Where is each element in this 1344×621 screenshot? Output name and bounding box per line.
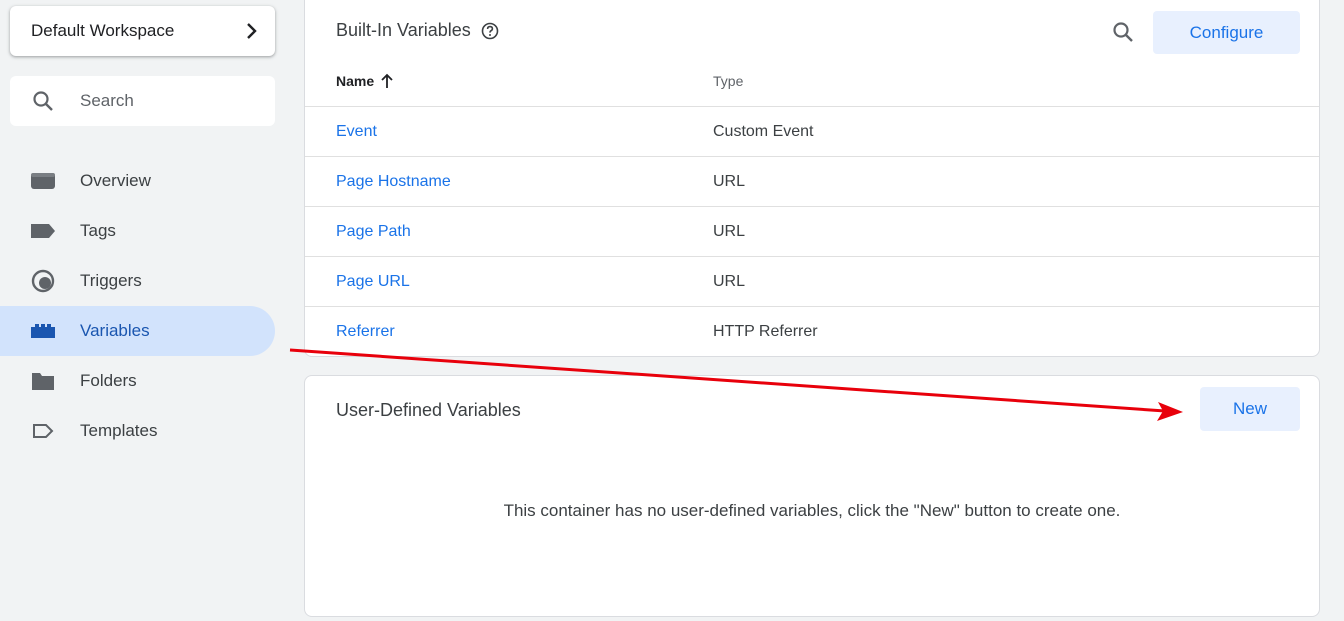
card-title: Built-In Variables: [336, 20, 471, 40]
builtin-title: Built-In Variables: [336, 20, 499, 41]
search-box[interactable]: [10, 76, 275, 126]
sidebar-item-label: Tags: [80, 221, 116, 240]
trigger-icon: [30, 269, 56, 293]
table-row: Referrer HTTP Referrer: [305, 306, 1319, 356]
sidebar-item-label: Overview: [80, 171, 151, 190]
builtin-variables-card: Built-In Variables Configure Name Type E…: [304, 0, 1320, 357]
column-header-name[interactable]: Name: [336, 73, 394, 89]
table-row: Event Custom Event: [305, 106, 1319, 156]
arrow-up-icon: [381, 73, 393, 88]
sidebar-item-label: Triggers: [80, 271, 142, 290]
variable-name-link[interactable]: Referrer: [336, 323, 395, 341]
workspace-selector[interactable]: Default Workspace: [10, 6, 275, 56]
variable-name-link[interactable]: Page Hostname: [336, 173, 451, 191]
search-input[interactable]: [80, 91, 250, 111]
table-row: Page Path URL: [305, 206, 1319, 256]
sidebar-item-label: Templates: [80, 421, 158, 440]
sidebar-item-variables[interactable]: Variables: [0, 306, 275, 356]
sidebar-nav: Overview Tags Triggers Variables Folders: [0, 156, 275, 456]
empty-state-message: This container has no user-defined varia…: [503, 501, 1121, 520]
variables-icon: [30, 319, 56, 343]
sidebar-item-tags[interactable]: Tags: [0, 206, 275, 256]
search-icon: [33, 91, 53, 111]
sidebar: Default Workspace Overview Tags: [0, 0, 290, 621]
workspace-label: Default Workspace: [31, 21, 175, 40]
column-header-label: Name: [336, 73, 375, 89]
sidebar-item-overview[interactable]: Overview: [0, 156, 275, 206]
sidebar-item-templates[interactable]: Templates: [0, 406, 275, 456]
template-icon: [30, 419, 56, 443]
table-row: Page URL URL: [305, 256, 1319, 306]
configure-button[interactable]: Configure: [1153, 11, 1300, 54]
tag-icon: [30, 219, 56, 243]
variable-type: URL: [713, 173, 746, 190]
folder-icon: [30, 369, 56, 393]
table-row: Page Hostname URL: [305, 156, 1319, 206]
variable-type: URL: [713, 273, 746, 290]
card-title: User-Defined Variables: [336, 400, 521, 420]
new-variable-button[interactable]: New: [1200, 387, 1300, 431]
variable-name-link[interactable]: Page Path: [336, 223, 411, 241]
variable-type: URL: [713, 223, 746, 240]
sidebar-item-triggers[interactable]: Triggers: [0, 256, 275, 306]
column-header-type: Type: [713, 73, 744, 89]
overview-icon: [30, 169, 56, 193]
chevron-right-icon: [247, 23, 257, 39]
variable-name-link[interactable]: Event: [336, 123, 377, 141]
variable-type: Custom Event: [713, 123, 814, 140]
sidebar-item-label: Variables: [80, 321, 150, 340]
help-icon[interactable]: [481, 22, 499, 40]
sidebar-item-label: Folders: [80, 371, 137, 390]
sidebar-item-folders[interactable]: Folders: [0, 356, 275, 406]
table-search-icon[interactable]: [1111, 20, 1135, 44]
variable-name-link[interactable]: Page URL: [336, 273, 410, 291]
user-defined-variables-card: User-Defined Variables New This containe…: [304, 375, 1320, 617]
builtin-variables-table: Event Custom Event Page Hostname URL Pag…: [305, 106, 1319, 356]
variable-type: HTTP Referrer: [713, 323, 818, 340]
